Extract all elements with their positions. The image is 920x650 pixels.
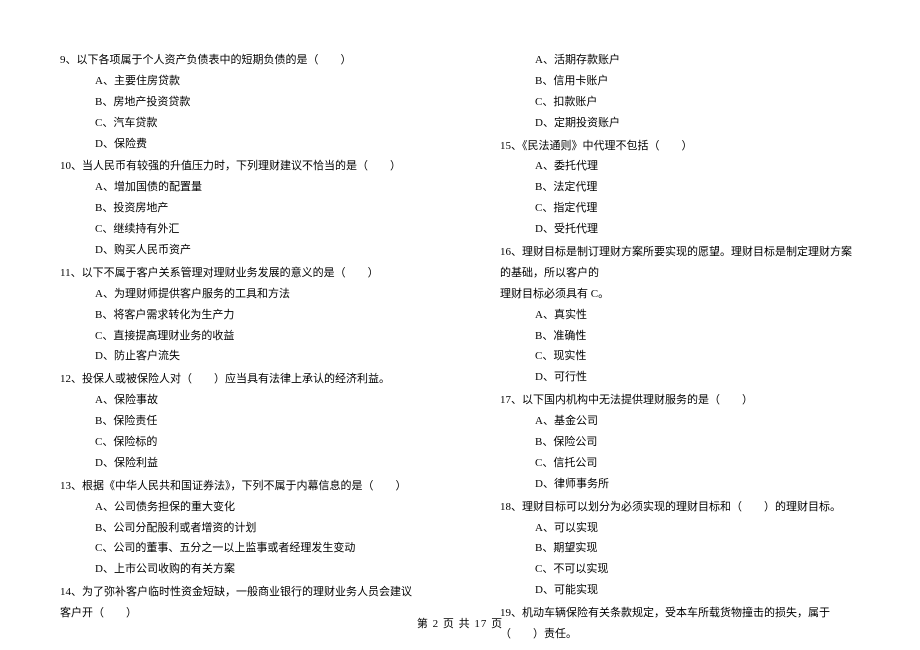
option-c: C、继续持有外汇 [95, 219, 420, 240]
question-14-continued: A、活期存款账户 B、信用卡账户 C、扣款账户 D、定期投资账户 [500, 50, 860, 134]
option-d: D、保险利益 [95, 453, 420, 474]
option-d: D、上市公司收购的有关方案 [95, 559, 420, 580]
option-d: D、可行性 [535, 367, 860, 388]
option-a: A、主要住房贷款 [95, 71, 420, 92]
option-b: B、公司分配股利或者增资的计划 [95, 518, 420, 539]
question-text: 17、以下国内机构中无法提供理财服务的是（ ） [500, 390, 860, 411]
question-text: 13、根据《中华人民共和国证券法》，下列不属于内幕信息的是（ ） [60, 476, 420, 497]
question-17: 17、以下国内机构中无法提供理财服务的是（ ） A、基金公司 B、保险公司 C、… [500, 390, 860, 494]
option-b: B、法定代理 [535, 177, 860, 198]
option-c: C、扣款账户 [535, 92, 860, 113]
option-c: C、直接提高理财业务的收益 [95, 326, 420, 347]
option-d: D、受托代理 [535, 219, 860, 240]
option-b: B、信用卡账户 [535, 71, 860, 92]
option-b: B、将客户需求转化为生产力 [95, 305, 420, 326]
option-a: A、可以实现 [535, 518, 860, 539]
option-d: D、购买人民币资产 [95, 240, 420, 261]
option-d: D、可能实现 [535, 580, 860, 601]
question-text: 15、《民法通则》中代理不包括（ ） [500, 136, 860, 157]
option-a: A、活期存款账户 [535, 50, 860, 71]
option-b: B、准确性 [535, 326, 860, 347]
content-columns: 9、以下各项属于个人资产负债表中的短期负债的是（ ） A、主要住房贷款 B、房地… [60, 50, 860, 647]
question-text: 9、以下各项属于个人资产负债表中的短期负债的是（ ） [60, 50, 420, 71]
option-b: B、房地产投资贷款 [95, 92, 420, 113]
question-9: 9、以下各项属于个人资产负债表中的短期负债的是（ ） A、主要住房贷款 B、房地… [60, 50, 420, 154]
option-c: C、信托公司 [535, 453, 860, 474]
options: A、真实性 B、准确性 C、现实性 D、可行性 [500, 305, 860, 389]
options: A、为理财师提供客户服务的工具和方法 B、将客户需求转化为生产力 C、直接提高理… [60, 284, 420, 368]
options: A、委托代理 B、法定代理 C、指定代理 D、受托代理 [500, 156, 860, 240]
option-a: A、保险事故 [95, 390, 420, 411]
question-15: 15、《民法通则》中代理不包括（ ） A、委托代理 B、法定代理 C、指定代理 … [500, 136, 860, 240]
option-c: C、保险标的 [95, 432, 420, 453]
option-a: A、增加国债的配置量 [95, 177, 420, 198]
question-16: 16、理财目标是制订理财方案所要实现的愿望。理财目标是制定理财方案的基础，所以客… [500, 242, 860, 388]
question-11: 11、以下不属于客户关系管理对理财业务发展的意义的是（ ） A、为理财师提供客户… [60, 263, 420, 367]
option-d: D、防止客户流失 [95, 346, 420, 367]
option-c: C、指定代理 [535, 198, 860, 219]
option-c: C、不可以实现 [535, 559, 860, 580]
question-continuation: 理财目标必须具有 C。 [500, 284, 860, 305]
option-c: C、公司的董事、五分之一以上监事或者经理发生变动 [95, 538, 420, 559]
option-d: D、保险费 [95, 134, 420, 155]
question-text: 12、投保人或被保险人对（ ）应当具有法律上承认的经济利益。 [60, 369, 420, 390]
options: A、活期存款账户 B、信用卡账户 C、扣款账户 D、定期投资账户 [500, 50, 860, 134]
question-18: 18、理财目标可以划分为必须实现的理财目标和（ ）的理财目标。 A、可以实现 B… [500, 497, 860, 601]
left-column: 9、以下各项属于个人资产负债表中的短期负债的是（ ） A、主要住房贷款 B、房地… [60, 50, 420, 647]
options: A、基金公司 B、保险公司 C、信托公司 D、律师事务所 [500, 411, 860, 495]
question-text: 10、当人民币有较强的升值压力时，下列理财建议不恰当的是（ ） [60, 156, 420, 177]
option-a: A、真实性 [535, 305, 860, 326]
option-d: D、律师事务所 [535, 474, 860, 495]
question-12: 12、投保人或被保险人对（ ）应当具有法律上承认的经济利益。 A、保险事故 B、… [60, 369, 420, 473]
question-text: 11、以下不属于客户关系管理对理财业务发展的意义的是（ ） [60, 263, 420, 284]
option-b: B、保险责任 [95, 411, 420, 432]
option-c: C、汽车贷款 [95, 113, 420, 134]
option-a: A、委托代理 [535, 156, 860, 177]
question-text: 18、理财目标可以划分为必须实现的理财目标和（ ）的理财目标。 [500, 497, 860, 518]
option-c: C、现实性 [535, 346, 860, 367]
options: A、公司债务担保的重大变化 B、公司分配股利或者增资的计划 C、公司的董事、五分… [60, 497, 420, 581]
options: A、可以实现 B、期望实现 C、不可以实现 D、可能实现 [500, 518, 860, 602]
options: A、增加国债的配置量 B、投资房地产 C、继续持有外汇 D、购买人民币资产 [60, 177, 420, 261]
option-a: A、为理财师提供客户服务的工具和方法 [95, 284, 420, 305]
question-text: 16、理财目标是制订理财方案所要实现的愿望。理财目标是制定理财方案的基础，所以客… [500, 242, 860, 284]
option-d: D、定期投资账户 [535, 113, 860, 134]
page-footer: 第 2 页 共 17 页 [0, 614, 920, 635]
question-13: 13、根据《中华人民共和国证券法》，下列不属于内幕信息的是（ ） A、公司债务担… [60, 476, 420, 580]
option-a: A、基金公司 [535, 411, 860, 432]
option-b: B、投资房地产 [95, 198, 420, 219]
question-10: 10、当人民币有较强的升值压力时，下列理财建议不恰当的是（ ） A、增加国债的配… [60, 156, 420, 260]
options: A、保险事故 B、保险责任 C、保险标的 D、保险利益 [60, 390, 420, 474]
right-column: A、活期存款账户 B、信用卡账户 C、扣款账户 D、定期投资账户 15、《民法通… [500, 50, 860, 647]
option-b: B、保险公司 [535, 432, 860, 453]
option-b: B、期望实现 [535, 538, 860, 559]
option-a: A、公司债务担保的重大变化 [95, 497, 420, 518]
options: A、主要住房贷款 B、房地产投资贷款 C、汽车贷款 D、保险费 [60, 71, 420, 155]
